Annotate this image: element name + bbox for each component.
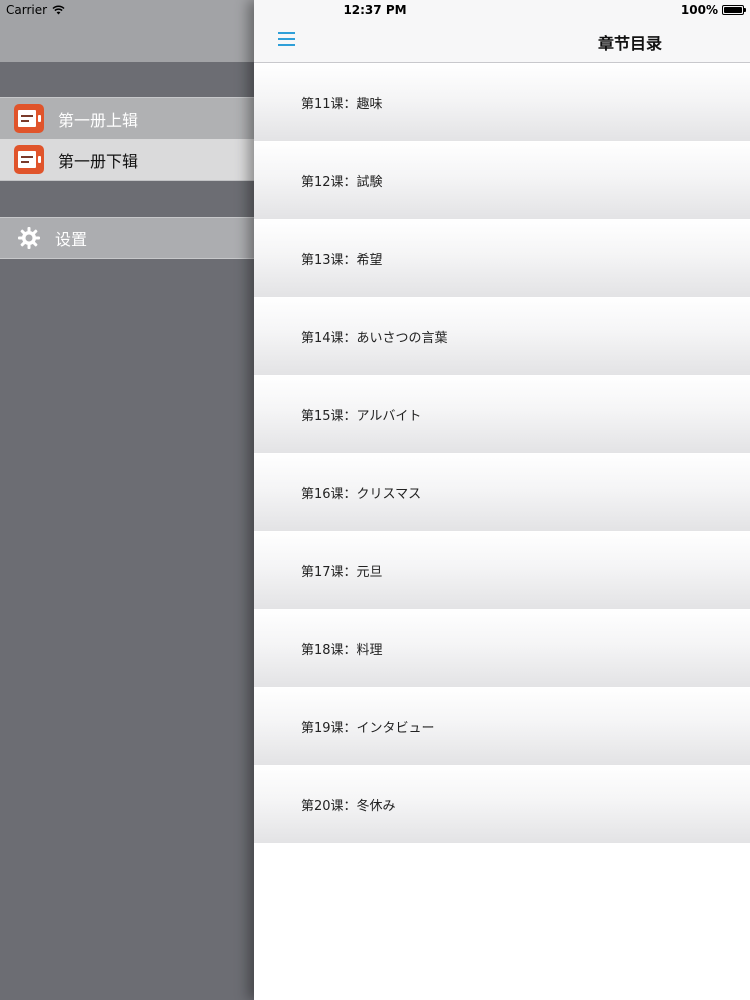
lesson-row[interactable]: 第18课：料理 [254, 609, 750, 687]
battery-percent: 100% [680, 3, 718, 17]
lesson-label: 第14课：あいさつの言葉 [301, 330, 448, 346]
lesson-row[interactable]: 第20课：冬休み [254, 765, 750, 843]
lesson-label: 第12课：試験 [301, 174, 383, 190]
gear-icon [18, 227, 40, 249]
lesson-label: 第20课：冬休み [301, 798, 396, 814]
lesson-label: 第13课：希望 [301, 252, 383, 268]
book-icon [14, 145, 44, 174]
side-menu-item-label: 第一册上辑 [58, 110, 139, 130]
side-menu: 第一册上辑 第一册下辑 设置 [0, 0, 254, 1000]
side-menu-item-settings[interactable]: 设置 [0, 217, 254, 259]
lesson-row[interactable]: 第17课：元旦 [254, 531, 750, 609]
lesson-label: 第17课：元旦 [301, 564, 383, 580]
lesson-row[interactable]: 第15课：アルバイト [254, 375, 750, 453]
lesson-row[interactable]: 第12课：試験 [254, 141, 750, 219]
side-menu-item-book-1[interactable]: 第一册上辑 [0, 97, 254, 139]
side-menu-item-label: 第一册下辑 [58, 151, 139, 171]
lesson-label: 第11课：趣味 [301, 96, 383, 112]
status-bar: Carrier 12:37 PM 100% [0, 0, 750, 22]
lesson-label: 第15课：アルバイト [301, 408, 422, 424]
lesson-row[interactable]: 第16课：クリスマス [254, 453, 750, 531]
lesson-row[interactable]: 第19课：インタビュー [254, 687, 750, 765]
side-menu-item-book-2[interactable]: 第一册下辑 [0, 139, 254, 181]
main-panel: 章节目录 第11课：趣味 第12课：試験 第13课：希望 第14课：あいさつの言… [254, 0, 750, 1000]
lesson-row[interactable]: 第13课：希望 [254, 219, 750, 297]
status-time: 12:37 PM [343, 3, 407, 17]
battery-indicator: 100% [680, 3, 746, 17]
lesson-label: 第18课：料理 [301, 642, 383, 658]
lesson-list: 第11课：趣味 第12课：試験 第13课：希望 第14课：あいさつの言葉 第15… [254, 63, 750, 843]
book-icon [14, 104, 44, 133]
page-title: 章节目录 [597, 34, 662, 53]
lesson-row[interactable]: 第11课：趣味 [254, 63, 750, 141]
lesson-label: 第16课：クリスマス [301, 486, 422, 502]
battery-icon [722, 5, 746, 15]
lesson-row[interactable]: 第14课：あいさつの言葉 [254, 297, 750, 375]
side-menu-item-label: 设置 [55, 230, 88, 249]
lesson-label: 第19课：インタビュー [301, 720, 435, 736]
